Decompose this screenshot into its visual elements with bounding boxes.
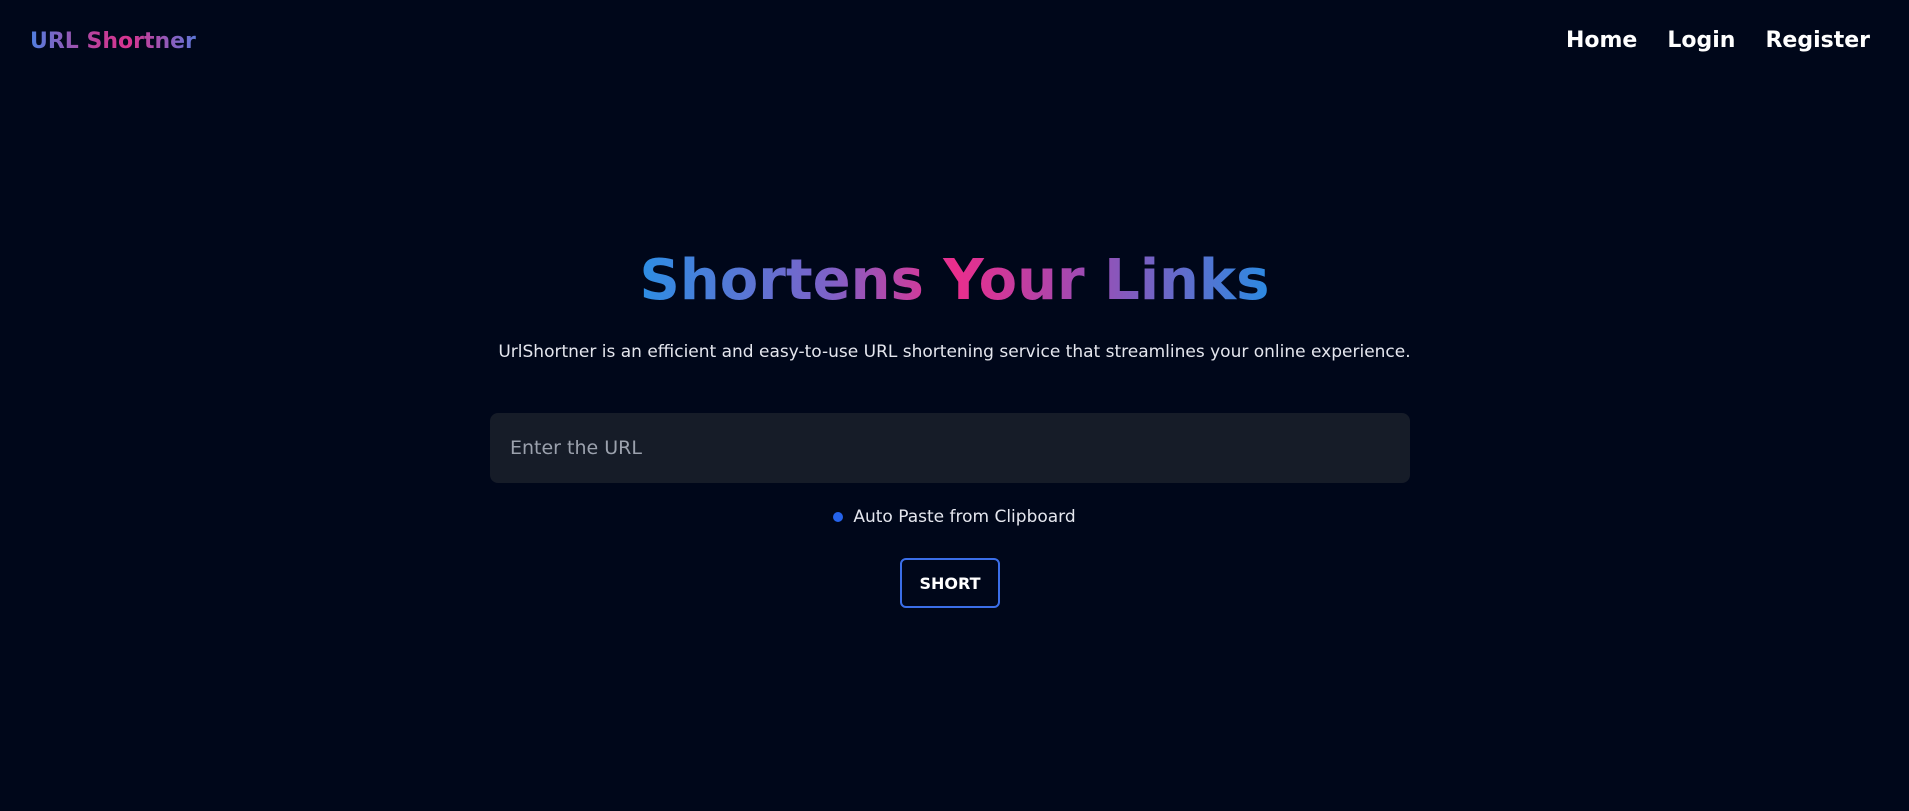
url-input[interactable] xyxy=(490,413,1410,483)
nav-link-home[interactable]: Home xyxy=(1566,26,1637,56)
hero-title-text: Shortens Your Links xyxy=(639,248,1270,313)
nav-link-login[interactable]: Login xyxy=(1667,26,1735,56)
auto-paste-label: Auto Paste from Clipboard xyxy=(853,507,1076,527)
nav-links: Home Login Register xyxy=(1566,26,1870,56)
radio-dot-icon[interactable] xyxy=(833,512,844,522)
short-button[interactable]: SHORT xyxy=(900,558,1000,608)
hero-title: Shortens Your Links xyxy=(0,245,1909,317)
nav-link-register[interactable]: Register xyxy=(1765,26,1870,56)
brand-logo-link[interactable]: URL Shortner xyxy=(30,27,196,57)
auto-paste-toggle[interactable]: Auto Paste from Clipboard xyxy=(0,505,1909,529)
hero-subtitle: UrlShortner is an efficient and easy-to-… xyxy=(498,342,1411,362)
navbar: URL Shortner Home Login Register xyxy=(0,0,1909,84)
